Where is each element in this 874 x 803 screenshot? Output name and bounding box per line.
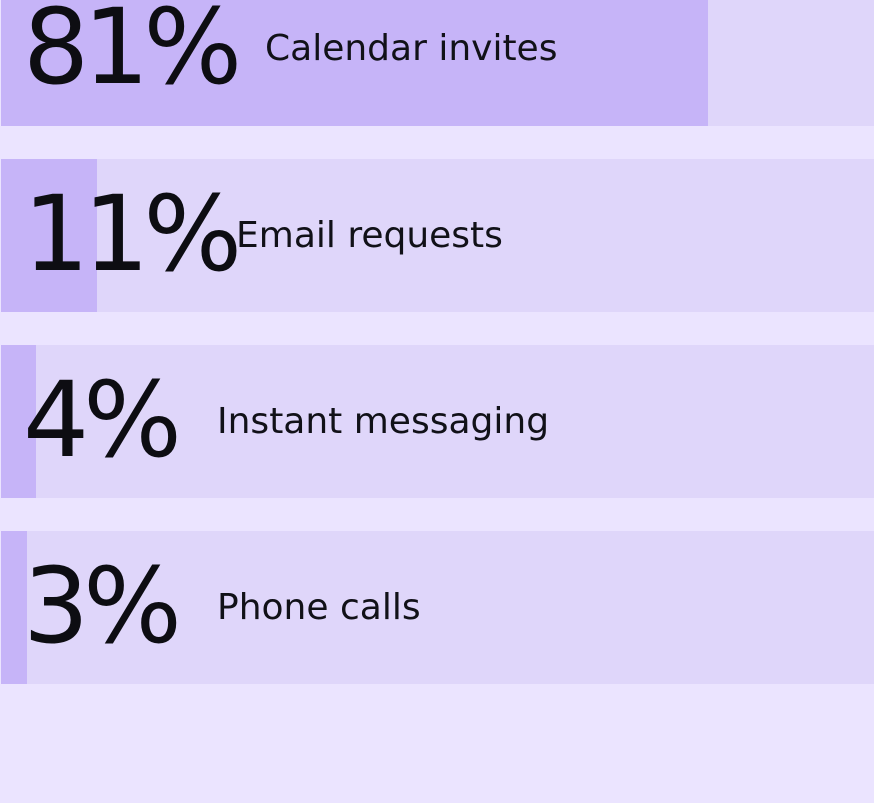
category-label-email-requests: Email requests <box>236 214 503 256</box>
value-label-instant-messaging: 4% <box>23 358 182 481</box>
value-label-email-requests: 11% <box>23 172 242 295</box>
bar-row-calendar-invites: 81% Calendar invites <box>1 0 874 126</box>
bar-row-phone-calls: 3% Phone calls <box>1 531 874 684</box>
value-label-phone-calls: 3% <box>23 544 182 667</box>
horizontal-bar-chart: 81% Calendar invites 11% Email requests … <box>0 0 874 803</box>
category-label-phone-calls: Phone calls <box>217 586 421 628</box>
category-label-calendar-invites: Calendar invites <box>265 28 558 69</box>
bar-row-instant-messaging: 4% Instant messaging <box>1 345 874 498</box>
bar-row-email-requests: 11% Email requests <box>1 159 874 312</box>
value-label-calendar-invites: 81% <box>23 0 242 108</box>
category-label-instant-messaging: Instant messaging <box>217 400 550 442</box>
